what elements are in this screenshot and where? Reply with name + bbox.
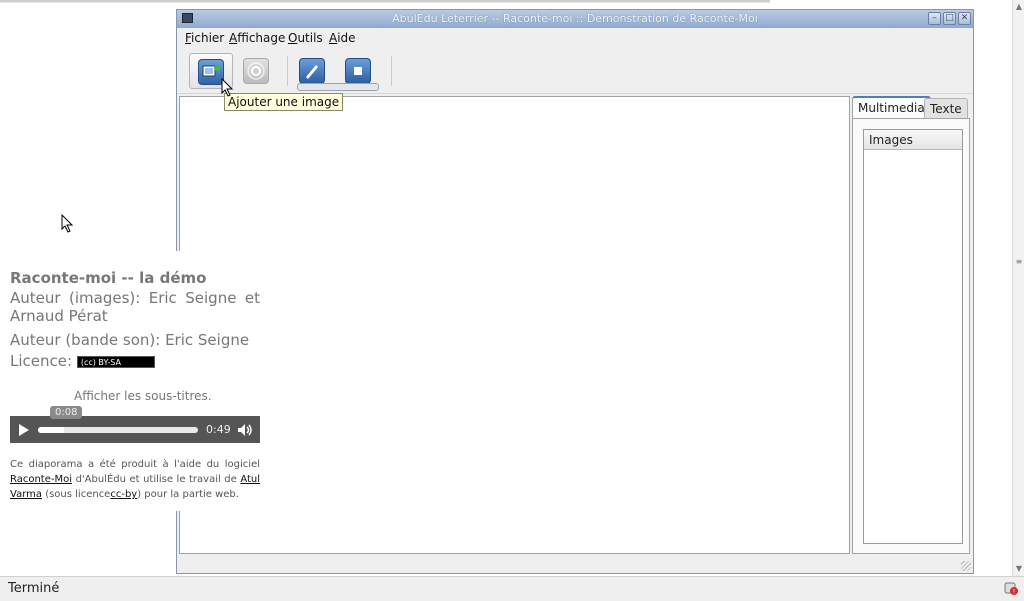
seek-bar[interactable] [38, 427, 198, 433]
author-images: Auteur (images): Eric Seigne et Arnaud P… [10, 289, 260, 325]
stop-icon [345, 58, 371, 84]
tab-texte[interactable]: Texte [924, 98, 968, 118]
title-bar[interactable]: AbulÉdu Leterrier -- Raconte-moi :: Demo… [177, 10, 973, 29]
status-text: Terminé [8, 581, 60, 596]
side-tabs: Multimedia Texte Images [852, 96, 972, 554]
cc-by-sa-badge[interactable]: (cc) BY-SA [76, 355, 155, 368]
credits-part: d'AbulÉdu et utilise le travail de [75, 474, 237, 485]
menu-bar: Fichier Affichage Outils Aide [177, 28, 973, 49]
play-icon[interactable] [19, 424, 29, 436]
window-title: AbulÉdu Leterrier -- Raconte-moi :: Demo… [392, 12, 758, 25]
scroll-grip-icon[interactable]: ≡ [1015, 258, 1023, 266]
security-alert-icon[interactable]: ! [1004, 581, 1018, 595]
demo-title: Raconte-moi -- la démo [10, 269, 207, 287]
minimize-icon[interactable]: – [928, 12, 941, 25]
slide-canvas[interactable] [179, 96, 850, 554]
mouse-cursor-icon [61, 214, 74, 233]
tooltip: Ajouter une image [224, 93, 344, 111]
sound-button[interactable] [235, 53, 279, 89]
credits-part: Ce diaporama a été produit à l'aide du l… [10, 459, 260, 470]
edit-pen-icon [299, 58, 325, 84]
demo-info-panel: Raconte-moi -- la démo Auteur (images): … [0, 251, 270, 511]
menu-outils[interactable]: Outils [288, 31, 323, 45]
licence-label: Licence: [10, 352, 73, 370]
scroll-down-icon[interactable]: ▼ [1015, 565, 1023, 573]
credits-part: ) pour la partie web. [137, 489, 239, 500]
sound-icon [243, 58, 269, 84]
svg-text:!: ! [1013, 589, 1015, 596]
time-tooltip: 0:08 [50, 406, 83, 419]
licence-line: Licence: (cc) BY-SA [10, 352, 260, 370]
browser-status-bar: Terminé ! [0, 576, 1024, 601]
maximize-icon[interactable]: □ [943, 12, 956, 25]
credits-text: Ce diaporama a été produit à l'aide du l… [10, 457, 260, 502]
resize-grip[interactable] [961, 561, 971, 571]
scroll-up-icon[interactable]: ▲ [1015, 3, 1023, 11]
cc-by-link[interactable]: cc-by [110, 489, 137, 500]
toolbar-separator [391, 56, 392, 86]
author-sound: Auteur (bande son): Eric Seigne [10, 331, 250, 349]
audio-player: 0:08 0:49 [10, 406, 260, 443]
duration: 0:49 [206, 423, 231, 436]
browser-top-edge [0, 0, 770, 3]
show-subtitles-link[interactable]: Afficher les sous-titres. [74, 389, 212, 403]
page-scrollbar[interactable]: ▲ ≡ ▼ [1012, 0, 1024, 576]
menu-affichage[interactable]: Affichage [229, 31, 285, 45]
volume-icon[interactable] [237, 423, 253, 437]
close-icon[interactable]: ✕ [958, 12, 971, 25]
images-list[interactable]: Images [863, 129, 963, 544]
menu-fichier[interactable]: Fichier [185, 31, 224, 45]
images-list-header[interactable]: Images [864, 130, 962, 150]
mouse-cursor-icon [221, 78, 234, 97]
menu-aide[interactable]: Aide [329, 31, 356, 45]
tab-panel: Images [852, 118, 970, 554]
app-status-bar [177, 555, 973, 573]
seek-progress [38, 427, 64, 433]
credits-part: (sous licence [45, 489, 111, 500]
toolbar-progress-bar [297, 83, 379, 91]
toolbar-separator [287, 56, 288, 86]
tab-multimedia[interactable]: Multimedia [852, 96, 931, 118]
raconte-moi-link[interactable]: Raconte-Moi [10, 474, 72, 485]
